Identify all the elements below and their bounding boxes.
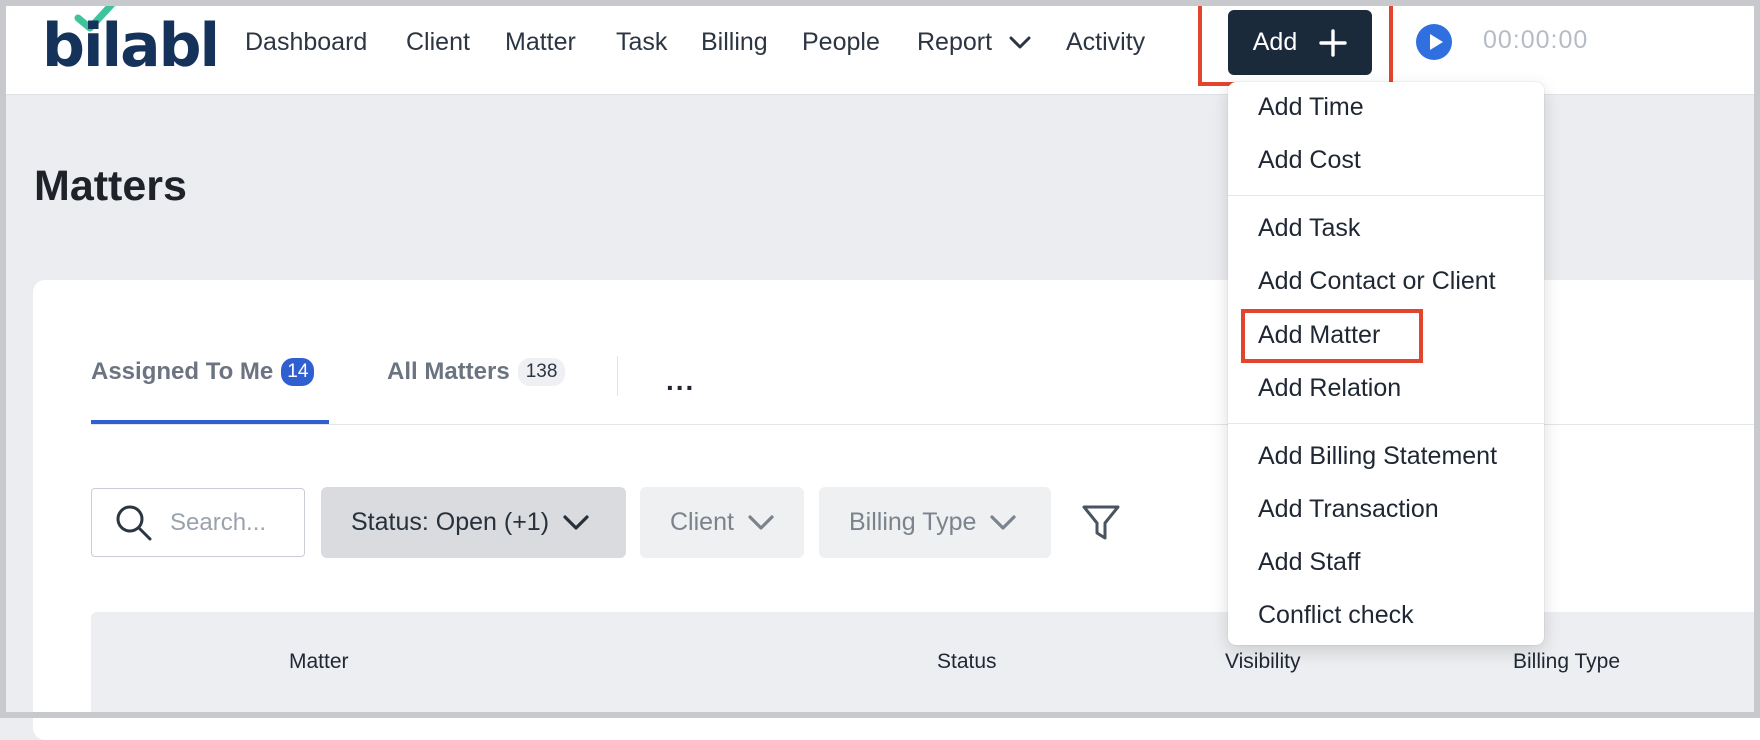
- nav-task[interactable]: Task: [616, 25, 667, 59]
- nav-billing[interactable]: Billing: [701, 25, 768, 59]
- timer-play-icon[interactable]: [1416, 24, 1452, 60]
- nav-dashboard[interactable]: Dashboard: [245, 25, 367, 59]
- column-header-billing-type[interactable]: Billing Type: [1513, 650, 1620, 674]
- client-filter-label: Client: [670, 508, 734, 536]
- menu-divider: [1228, 423, 1544, 424]
- tab-assigned-to-me[interactable]: Assigned To Me 14: [91, 358, 315, 386]
- chevron-down-icon: [748, 514, 774, 530]
- menu-item-add-staff[interactable]: Add Staff: [1258, 545, 1360, 579]
- column-header-status[interactable]: Status: [937, 650, 997, 674]
- bilabl-logo[interactable]: bilabl: [42, 0, 222, 86]
- menu-divider: [1228, 195, 1544, 196]
- chevron-down-icon: [1009, 36, 1031, 49]
- menu-item-add-cost[interactable]: Add Cost: [1258, 143, 1361, 177]
- tab-assigned-label: Assigned To Me: [91, 358, 274, 385]
- page-title: Matters: [34, 162, 187, 210]
- more-options-button[interactable]: ...: [666, 365, 695, 397]
- nav-client[interactable]: Client: [406, 25, 470, 59]
- add-button-highlight: [1198, 0, 1393, 86]
- menu-item-add-billing-statement[interactable]: Add Billing Statement: [1258, 439, 1497, 473]
- logo-text: bilabl: [42, 11, 220, 81]
- billing-type-filter-label: Billing Type: [849, 508, 977, 536]
- nav-people[interactable]: People: [802, 25, 880, 59]
- assigned-count-badge: 14: [281, 358, 315, 386]
- filter-funnel-icon[interactable]: [1081, 504, 1121, 542]
- top-navigation-bar: bilabl Dashboard Client Matter Task Bill…: [0, 0, 1760, 95]
- column-header-matter[interactable]: Matter: [289, 650, 349, 674]
- all-matters-count-badge: 138: [517, 358, 566, 386]
- menu-item-add-task[interactable]: Add Task: [1258, 211, 1360, 245]
- tab-all-matters[interactable]: All Matters 138: [387, 358, 566, 386]
- timer-display: 00:00:00: [1483, 26, 1589, 54]
- nav-report-label: Report: [917, 28, 993, 56]
- chevron-down-icon: [563, 514, 589, 530]
- nav-matter[interactable]: Matter: [505, 25, 576, 59]
- tab-divider: [617, 356, 618, 396]
- menu-item-conflict-check[interactable]: Conflict check: [1258, 598, 1414, 632]
- status-filter-label: Status: Open (+1): [351, 508, 550, 536]
- search-input[interactable]: [168, 507, 292, 538]
- menu-item-add-time[interactable]: Add Time: [1258, 90, 1364, 124]
- client-filter-dropdown[interactable]: Client: [640, 487, 804, 558]
- add-matter-highlight: [1241, 309, 1423, 363]
- tab-all-matters-label: All Matters: [387, 358, 510, 385]
- column-header-visibility[interactable]: Visibility: [1225, 650, 1300, 674]
- active-tab-indicator: [91, 420, 329, 424]
- search-icon: [116, 505, 152, 540]
- nav-activity[interactable]: Activity: [1066, 25, 1145, 59]
- menu-item-add-relation[interactable]: Add Relation: [1258, 371, 1401, 405]
- search-box[interactable]: [91, 488, 305, 557]
- status-filter-dropdown[interactable]: Status: Open (+1): [321, 487, 626, 558]
- menu-item-add-transaction[interactable]: Add Transaction: [1258, 492, 1439, 526]
- billing-type-filter-dropdown[interactable]: Billing Type: [819, 487, 1051, 558]
- chevron-down-icon: [990, 514, 1017, 530]
- add-menu-dropdown: Add Time Add Cost Add Task Add Contact o…: [1228, 82, 1544, 645]
- nav-report[interactable]: Report: [917, 25, 1031, 59]
- menu-item-add-contact-or-client[interactable]: Add Contact or Client: [1258, 264, 1496, 298]
